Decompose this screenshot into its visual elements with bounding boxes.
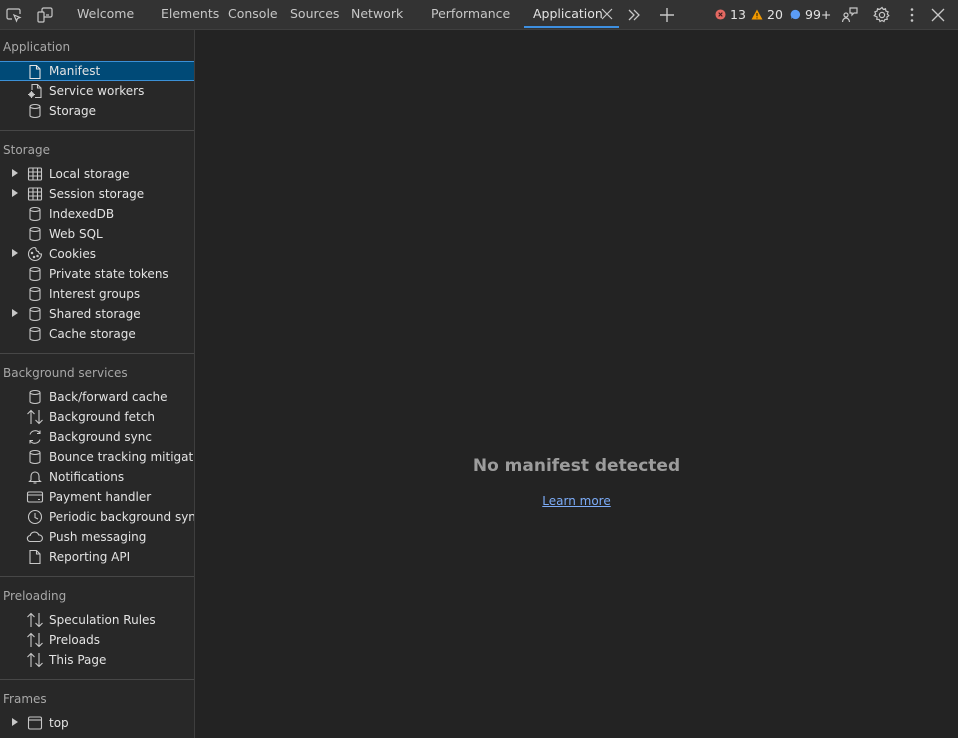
database-icon bbox=[26, 205, 44, 223]
more-options-icon[interactable] bbox=[902, 5, 922, 25]
tab-sources[interactable]: Sources bbox=[290, 0, 339, 29]
tab-console[interactable]: Console bbox=[228, 0, 278, 29]
credit-card-icon bbox=[26, 488, 44, 506]
sidebar-item-periodic-background-sync[interactable]: Periodic background sync bbox=[0, 507, 194, 527]
database-icon bbox=[26, 325, 44, 343]
tab-welcome[interactable]: Welcome bbox=[77, 0, 134, 29]
device-toolbar-icon[interactable] bbox=[35, 5, 55, 25]
sidebar-item-web-sql[interactable]: Web SQL bbox=[0, 224, 194, 244]
database-icon bbox=[26, 448, 44, 466]
tab-application[interactable]: Application bbox=[533, 0, 603, 29]
sidebar-item-bounce-tracking-mitigations[interactable]: Bounce tracking mitigations bbox=[0, 447, 194, 467]
issues-counter[interactable]: 99+ bbox=[790, 7, 831, 22]
section-title-frames: Frames bbox=[3, 692, 47, 706]
manifest-panel: No manifest detected Learn more bbox=[195, 30, 958, 738]
section-title-preloading: Preloading bbox=[3, 589, 67, 603]
sidebar-item-notifications[interactable]: Notifications bbox=[0, 467, 194, 487]
tab-elements[interactable]: Elements bbox=[161, 0, 219, 29]
database-icon bbox=[26, 102, 44, 120]
sidebar-item-frame-top[interactable]: top bbox=[0, 713, 194, 733]
sidebar-item-background-fetch[interactable]: Background fetch bbox=[0, 407, 194, 427]
sidebar-item-this-page[interactable]: This Page bbox=[0, 650, 194, 670]
sidebar-item-speculation-rules[interactable]: Speculation Rules bbox=[0, 610, 194, 630]
database-icon bbox=[26, 225, 44, 243]
document-icon bbox=[26, 63, 44, 80]
warnings-counter[interactable]: 20 bbox=[751, 7, 783, 22]
expand-arrow-icon[interactable] bbox=[12, 169, 18, 177]
table-icon bbox=[26, 165, 44, 183]
active-tab-indicator bbox=[524, 26, 619, 28]
issues-count: 99+ bbox=[805, 7, 832, 22]
expand-arrow-icon[interactable] bbox=[12, 189, 18, 197]
expand-arrow-icon[interactable] bbox=[12, 309, 18, 317]
sidebar-item-reporting-api[interactable]: Reporting API bbox=[0, 547, 194, 567]
section-title-storage: Storage bbox=[3, 143, 50, 157]
errors-count: 13 bbox=[730, 7, 746, 22]
database-icon bbox=[26, 285, 44, 303]
gear-icon[interactable] bbox=[872, 5, 892, 25]
tab-performance[interactable]: Performance bbox=[431, 0, 510, 29]
table-icon bbox=[26, 185, 44, 203]
up-down-arrows-icon bbox=[26, 651, 44, 669]
section-divider bbox=[0, 679, 194, 680]
plus-icon[interactable] bbox=[657, 5, 677, 25]
sidebar-item-private-state-tokens[interactable]: Private state tokens bbox=[0, 264, 194, 284]
empty-state-title: No manifest detected bbox=[472, 456, 681, 476]
close-devtools-icon[interactable] bbox=[928, 5, 948, 25]
issue-icon bbox=[790, 9, 801, 20]
tab-network[interactable]: Network bbox=[351, 0, 403, 29]
inspect-element-icon[interactable] bbox=[4, 5, 24, 25]
sidebar-item-cache-storage[interactable]: Cache storage bbox=[0, 324, 194, 344]
cloud-icon bbox=[26, 528, 44, 546]
sidebar-item-preloads[interactable]: Preloads bbox=[0, 630, 194, 650]
sidebar-item-background-sync[interactable]: Background sync bbox=[0, 427, 194, 447]
sidebar-item-push-messaging[interactable]: Push messaging bbox=[0, 527, 194, 547]
section-title-application: Application bbox=[3, 40, 71, 54]
bell-icon bbox=[26, 468, 44, 486]
devtools-toolbar: Welcome Elements Console Sources Network… bbox=[0, 0, 958, 30]
sidebar-item-manifest[interactable]: Manifest bbox=[0, 61, 194, 81]
sidebar-item-storage[interactable]: Storage bbox=[0, 101, 194, 121]
learn-more-link[interactable]: Learn more bbox=[195, 494, 958, 508]
close-tab-icon[interactable] bbox=[600, 6, 614, 22]
database-icon bbox=[26, 305, 44, 323]
sidebar-item-indexeddb[interactable]: IndexedDB bbox=[0, 204, 194, 224]
section-divider bbox=[0, 353, 194, 354]
section-title-background-services: Background services bbox=[3, 366, 128, 380]
sync-icon bbox=[26, 428, 44, 446]
clock-icon bbox=[26, 508, 44, 526]
sidebar-item-shared-storage[interactable]: Shared storage bbox=[0, 304, 194, 324]
cookie-icon bbox=[26, 245, 44, 263]
error-icon bbox=[715, 9, 726, 20]
service-worker-icon bbox=[26, 82, 44, 100]
up-down-arrows-icon bbox=[26, 408, 44, 426]
warnings-count: 20 bbox=[767, 7, 783, 22]
sidebar-item-cookies[interactable]: Cookies bbox=[0, 244, 194, 264]
up-down-arrows-icon bbox=[26, 631, 44, 649]
application-sidebar: Application Manifest Service workers Sto… bbox=[0, 30, 195, 738]
sidebar-item-payment-handler[interactable]: Payment handler bbox=[0, 487, 194, 507]
sidebar-item-service-workers[interactable]: Service workers bbox=[0, 81, 194, 101]
database-icon bbox=[26, 388, 44, 406]
section-divider bbox=[0, 130, 194, 131]
warning-icon bbox=[751, 9, 763, 20]
frame-icon bbox=[26, 714, 44, 732]
expand-arrow-icon[interactable] bbox=[12, 718, 18, 726]
sidebar-item-back-forward-cache[interactable]: Back/forward cache bbox=[0, 387, 194, 407]
database-icon bbox=[26, 265, 44, 283]
sidebar-item-local-storage[interactable]: Local storage bbox=[0, 164, 194, 184]
expand-arrow-icon[interactable] bbox=[12, 249, 18, 257]
sidebar-item-interest-groups[interactable]: Interest groups bbox=[0, 284, 194, 304]
errors-counter[interactable]: 13 bbox=[715, 7, 746, 22]
document-icon bbox=[26, 548, 44, 566]
chevron-double-right-icon[interactable] bbox=[624, 5, 644, 25]
up-down-arrows-icon bbox=[26, 611, 44, 629]
customize-feedback-icon[interactable] bbox=[840, 5, 860, 25]
sidebar-item-session-storage[interactable]: Session storage bbox=[0, 184, 194, 204]
section-divider bbox=[0, 576, 194, 577]
